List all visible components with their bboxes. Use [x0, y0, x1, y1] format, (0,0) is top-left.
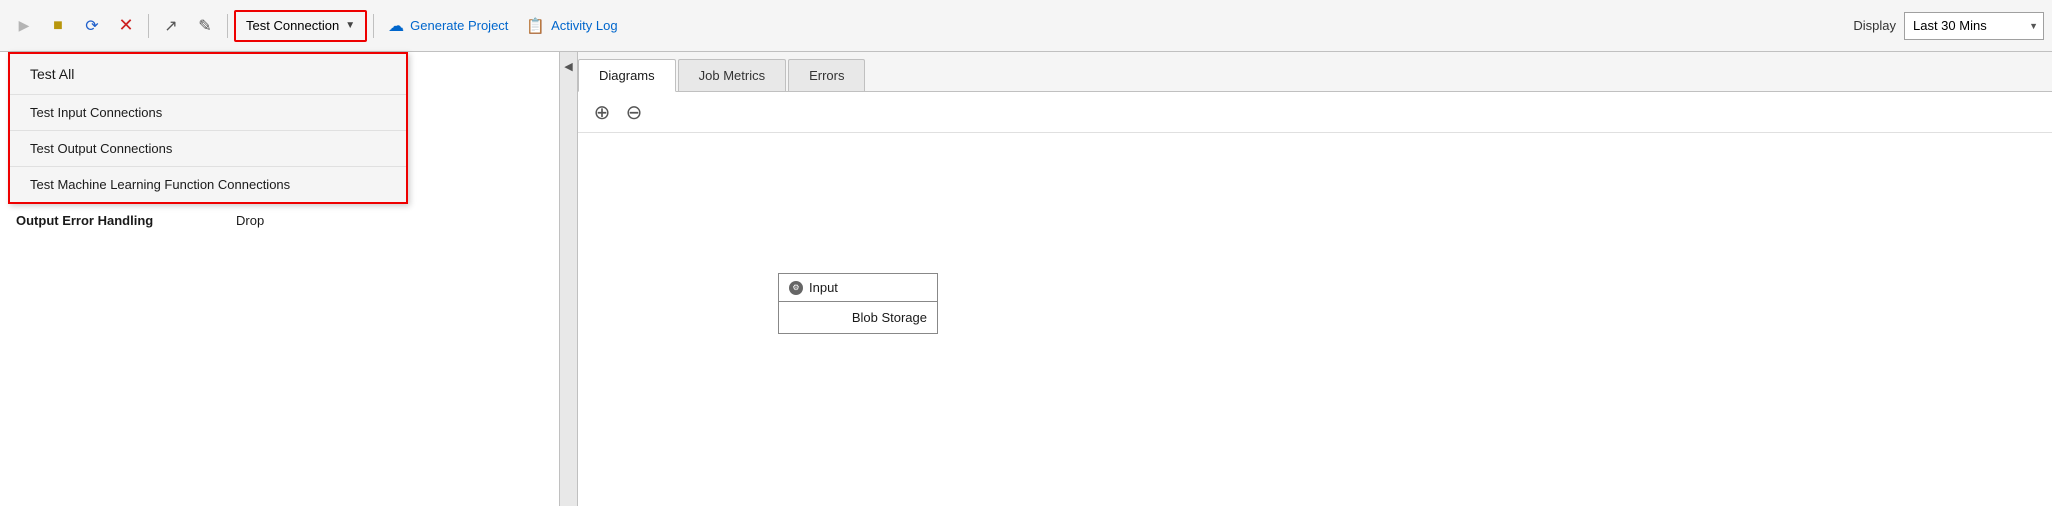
- display-label: Display: [1853, 18, 1896, 33]
- diagram-area: ⊕ ⊖ ⚙ Input Blob Storage: [578, 92, 2052, 506]
- generate-project-link[interactable]: ☁ Generate Project: [380, 10, 516, 42]
- zoom-in-icon: ⊕: [594, 100, 611, 125]
- test-connection-dropdown-icon: ▼: [345, 20, 355, 31]
- node-settings-icon: ⚙: [789, 281, 803, 295]
- separator-3: [373, 14, 374, 38]
- tab-job-metrics[interactable]: Job Metrics: [678, 59, 786, 91]
- node-body: Blob Storage: [779, 302, 937, 333]
- dropdown-item-test-ml[interactable]: Test Machine Learning Function Connectio…: [10, 167, 406, 202]
- toolbar: ▶ ■ ⟳ ✕ ↗ ✎ Test Connection ▼ ☁ Generate…: [0, 0, 2052, 52]
- property-row-output-error-handling: Output Error Handling Drop: [0, 207, 559, 234]
- generate-project-icon: ☁: [388, 16, 404, 36]
- node-header: ⚙ Input: [779, 274, 937, 302]
- test-connection-label: Test Connection: [246, 18, 339, 33]
- test-connection-button[interactable]: Test Connection ▼: [234, 10, 367, 42]
- activity-log-label: Activity Log: [551, 18, 617, 33]
- tabs-bar: Diagrams Job Metrics Errors: [578, 52, 2052, 92]
- dropdown-item-test-all[interactable]: Test All: [10, 54, 406, 95]
- export-icon: ↗: [164, 16, 177, 36]
- display-select-wrapper: Last 30 Mins Last 1 Hour Last 6 Hours La…: [1904, 12, 2044, 40]
- tab-errors[interactable]: Errors: [788, 59, 865, 91]
- play-icon: ▶: [19, 17, 30, 34]
- delete-button[interactable]: ✕: [110, 10, 142, 42]
- dropdown-item-test-input[interactable]: Test Input Connections: [10, 95, 406, 131]
- output-error-handling-label: Output Error Handling: [16, 213, 236, 228]
- edit-button[interactable]: ✎: [189, 10, 221, 42]
- output-error-handling-value: Drop: [236, 213, 264, 228]
- dropdown-item-test-output[interactable]: Test Output Connections: [10, 131, 406, 167]
- delete-icon: ✕: [118, 15, 133, 36]
- stop-button[interactable]: ■: [42, 10, 74, 42]
- zoom-in-button[interactable]: ⊕: [588, 98, 616, 126]
- separator-2: [227, 14, 228, 38]
- zoom-out-button[interactable]: ⊖: [620, 98, 648, 126]
- edit-icon: ✎: [198, 16, 211, 36]
- right-panel: Diagrams Job Metrics Errors ⊕ ⊖ ⚙: [578, 52, 2052, 506]
- activity-log-icon: 📋: [526, 17, 545, 35]
- export-button[interactable]: ↗: [155, 10, 187, 42]
- stop-icon: ■: [53, 17, 63, 35]
- display-select[interactable]: Last 30 Mins Last 1 Hour Last 6 Hours La…: [1904, 12, 2044, 40]
- diagram-toolbar: ⊕ ⊖: [578, 92, 2052, 133]
- node-subtitle: Blob Storage: [852, 310, 927, 325]
- activity-log-link[interactable]: 📋 Activity Log: [518, 10, 625, 42]
- refresh-button[interactable]: ⟳: [76, 10, 108, 42]
- test-connection-dropdown: Test All Test Input Connections Test Out…: [8, 52, 408, 204]
- collapse-panel-button[interactable]: ◀: [560, 52, 578, 506]
- separator-1: [148, 14, 149, 38]
- collapse-icon: ◀: [564, 60, 572, 73]
- node-title: Input: [809, 280, 838, 295]
- refresh-icon: ⟳: [85, 16, 98, 36]
- tab-diagrams[interactable]: Diagrams: [578, 59, 676, 92]
- toolbar-right: Display Last 30 Mins Last 1 Hour Last 6 …: [1853, 12, 2044, 40]
- generate-project-label: Generate Project: [410, 18, 508, 33]
- zoom-out-icon: ⊖: [626, 100, 643, 125]
- play-button[interactable]: ▶: [8, 10, 40, 42]
- diagram-node-input-blob[interactable]: ⚙ Input Blob Storage: [778, 273, 938, 334]
